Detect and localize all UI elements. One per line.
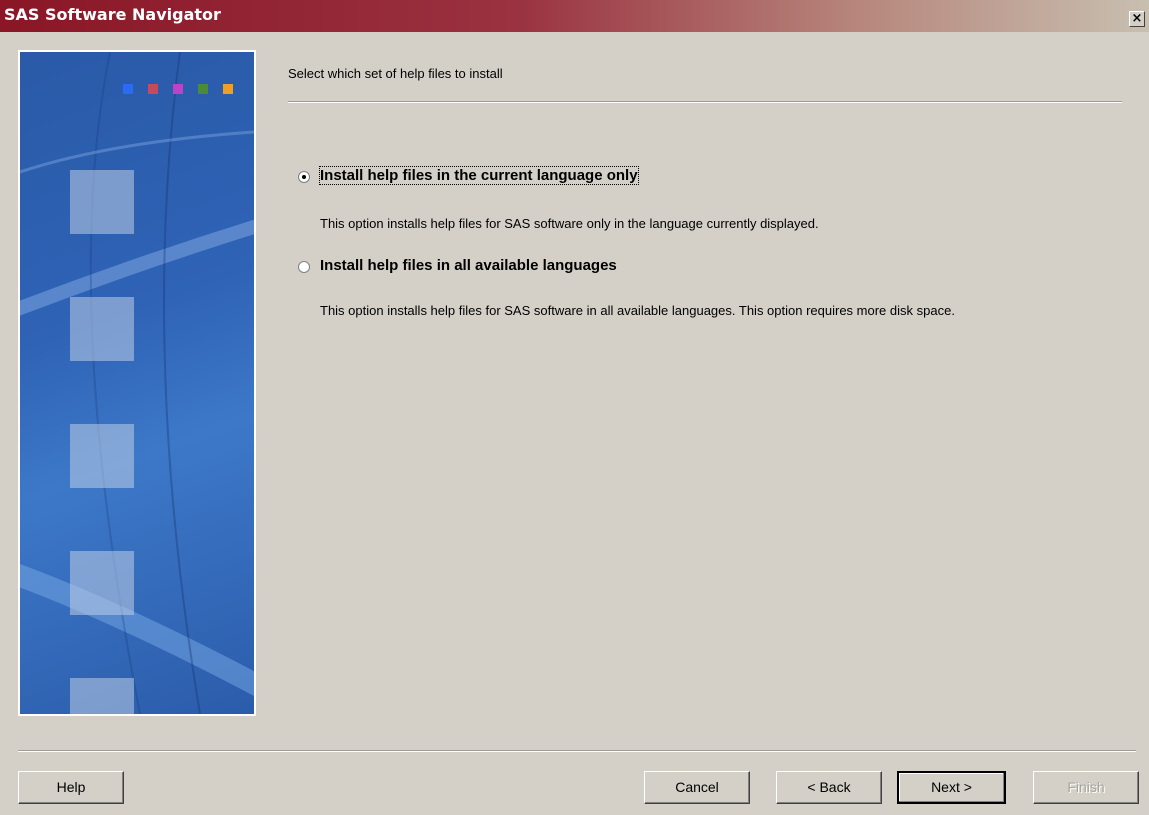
help-button[interactable]: Help [18, 771, 124, 804]
option-label-all-languages[interactable]: Install help files in all available lang… [320, 257, 617, 274]
next-button[interactable]: Next > [897, 771, 1006, 804]
option-description-all-languages: This option installs help files for SAS … [320, 303, 955, 318]
page-header: Select which set of help files to instal… [288, 66, 503, 81]
banner-square [70, 297, 134, 361]
color-dot [198, 84, 208, 94]
back-button[interactable]: < Back [776, 771, 882, 804]
window-title: SAS Software Navigator [4, 5, 221, 24]
header-divider [288, 101, 1122, 103]
finish-button[interactable]: Finish [1033, 771, 1139, 804]
title-bar: SAS Software Navigator × [0, 0, 1149, 32]
option-description-current-language: This option installs help files for SAS … [320, 216, 819, 231]
option-label-current-language[interactable]: Install help files in the current langua… [319, 166, 639, 185]
banner-square [70, 170, 134, 234]
color-dot [148, 84, 158, 94]
radio-current-language[interactable] [298, 171, 310, 183]
cancel-button[interactable]: Cancel [644, 771, 750, 804]
banner-square [70, 424, 134, 488]
radio-selected-dot [302, 175, 306, 179]
color-dot [123, 84, 133, 94]
color-dot [173, 84, 183, 94]
banner-square [70, 678, 134, 714]
radio-all-languages[interactable] [298, 261, 310, 273]
close-icon: × [1131, 11, 1143, 26]
banner-square [70, 551, 134, 615]
close-button[interactable]: × [1129, 11, 1145, 27]
color-dot [223, 84, 233, 94]
banner-swoosh-graphic [20, 52, 254, 714]
footer-divider [18, 750, 1136, 752]
wizard-side-banner [18, 50, 256, 716]
